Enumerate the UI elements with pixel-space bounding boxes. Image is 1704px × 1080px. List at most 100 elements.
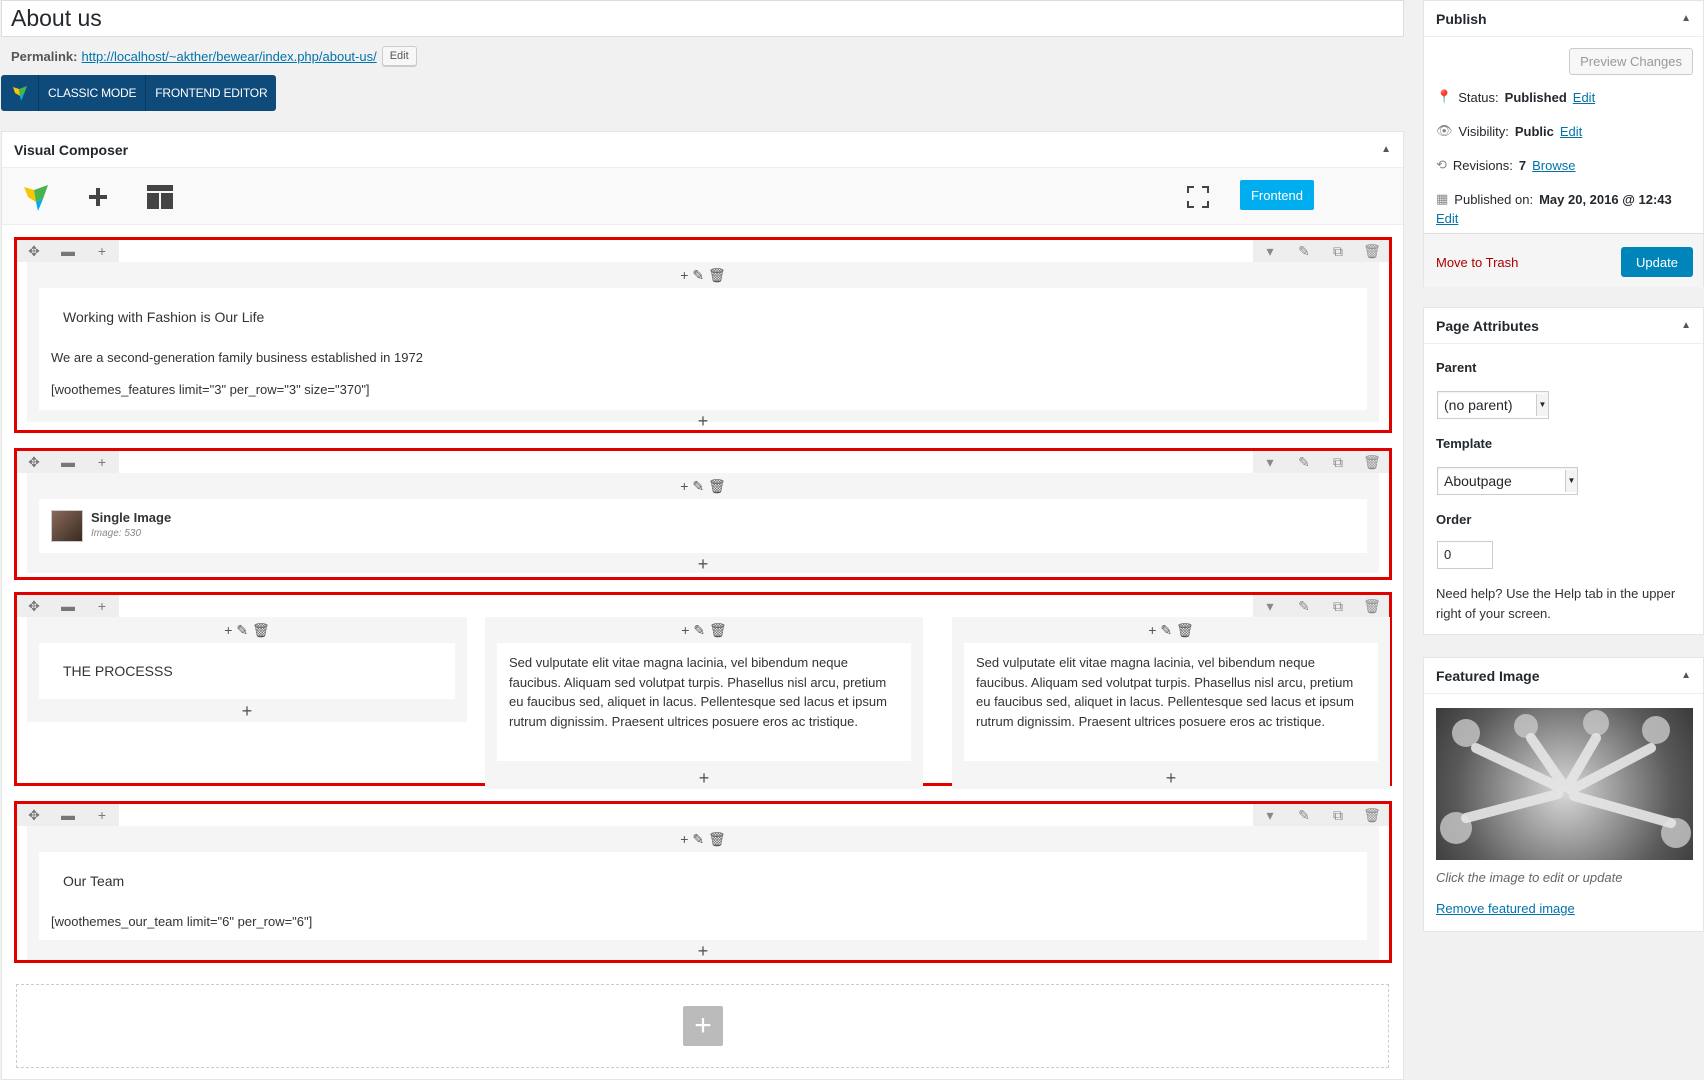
clone-row-icon[interactable]: ⧉ <box>1321 240 1355 262</box>
collapse-icon[interactable]: ▲ <box>1681 658 1691 694</box>
add-element-button[interactable]: + <box>27 553 1379 575</box>
featured-image[interactable] <box>1436 708 1693 860</box>
fullscreen-icon[interactable] <box>1168 168 1228 225</box>
team-hands-photo-icon <box>1440 710 1691 848</box>
published-edit-link[interactable]: Edit <box>1436 211 1458 226</box>
move-icon[interactable]: ✥ <box>17 451 51 473</box>
column-layout-icon[interactable]: ▬ <box>51 595 85 617</box>
revisions-browse-link[interactable]: Browse <box>1532 158 1575 173</box>
toggle-row-icon[interactable]: ▾ <box>1253 451 1287 473</box>
add-element-button[interactable]: + <box>27 700 467 722</box>
vc-mode-switch: CLASSIC MODE FRONTEND EDITOR <box>1 75 277 111</box>
classic-mode-button[interactable]: CLASSIC MODE <box>39 75 147 111</box>
column-layout-icon[interactable]: ▬ <box>51 240 85 262</box>
published-value: May 20, 2016 @ 12:43 <box>1539 191 1672 207</box>
text-block[interactable]: THE PROCESSS <box>39 643 455 699</box>
move-icon[interactable]: ✥ <box>17 240 51 262</box>
move-icon[interactable]: ✥ <box>17 804 51 826</box>
visibility-edit-link[interactable]: Edit <box>1560 124 1582 139</box>
vc-panel-header[interactable]: Visual Composer ▲ <box>2 132 1403 168</box>
add-element-button[interactable]: + <box>952 767 1390 789</box>
collapse-icon[interactable]: ▲ <box>1681 1 1691 37</box>
template-label: Template <box>1436 436 1493 451</box>
column-controls[interactable]: + ✎ 🗑 <box>27 826 1379 852</box>
column-3: + ✎ 🗑 Sed vulputate elit vitae magna lac… <box>952 617 1390 789</box>
column-layout-icon[interactable]: ▬ <box>51 451 85 473</box>
row-heading: Our Team <box>63 873 125 889</box>
frontend-editor-button[interactable]: FRONTEND EDITOR <box>146 75 276 111</box>
publish-header[interactable]: Publish ▲ <box>1424 1 1703 37</box>
template-layout-icon[interactable] <box>130 168 190 225</box>
text-block[interactable]: Sed vulputate elit vitae magna lacinia, … <box>497 643 911 761</box>
text-block[interactable]: Our Team [woothemes_our_team limit="6" p… <box>39 852 1367 940</box>
add-row-icon[interactable]: + <box>683 1006 723 1046</box>
row-text: We are a second-generation family busine… <box>51 350 423 365</box>
toggle-row-icon[interactable]: ▾ <box>1253 595 1287 617</box>
column-controls[interactable]: + ✎ 🗑 <box>485 617 923 643</box>
collapse-icon[interactable]: ▲ <box>1681 308 1691 344</box>
delete-row-icon[interactable]: 🗑 <box>1355 240 1389 262</box>
permalink-edit-button[interactable]: Edit <box>381 46 417 66</box>
collapse-icon[interactable]: ▲ <box>1381 132 1391 168</box>
frontend-button[interactable]: Frontend <box>1240 180 1314 210</box>
single-image-block[interactable]: Single Image Image: 530 <box>39 499 1367 553</box>
clone-row-icon[interactable]: ⧉ <box>1321 451 1355 473</box>
image-title: Single Image <box>91 510 172 525</box>
permalink-link[interactable]: http://localhost/~akther/bewear/index.ph… <box>81 49 376 64</box>
add-column-icon[interactable]: + <box>85 451 119 473</box>
add-column-icon[interactable]: + <box>85 595 119 617</box>
vc-logo-button[interactable] <box>6 168 66 225</box>
remove-featured-image-link[interactable]: Remove featured image <box>1436 901 1575 916</box>
toggle-row-icon[interactable]: ▾ <box>1253 804 1287 826</box>
text-block[interactable]: Sed vulputate elit vitae magna lacinia, … <box>964 643 1378 761</box>
clone-row-icon[interactable]: ⧉ <box>1321 804 1355 826</box>
permalink-row: Permalink: http://localhost/~akther/bewe… <box>11 46 417 66</box>
vc-row-4: ✥ ▬ + ▾ ✎ ⧉ 🗑 + ✎ 🗑 Our Team [woothemes_… <box>14 801 1392 963</box>
column-controls[interactable]: + ✎ 🗑 <box>952 617 1390 643</box>
add-column-icon[interactable]: + <box>85 804 119 826</box>
featured-image-title: Featured Image <box>1436 668 1540 684</box>
toggle-row-icon[interactable]: ▾ <box>1253 240 1287 262</box>
add-element-button[interactable]: + <box>485 767 923 789</box>
order-input[interactable]: 0 <box>1437 541 1493 569</box>
clone-row-icon[interactable]: ⧉ <box>1321 595 1355 617</box>
status-label: Status: <box>1458 89 1499 105</box>
add-element-button[interactable]: + <box>27 410 1379 432</box>
page-attributes-header[interactable]: Page Attributes ▲ <box>1424 308 1703 344</box>
add-column-icon[interactable]: + <box>85 240 119 262</box>
status-edit-link[interactable]: Edit <box>1573 90 1595 105</box>
vc-row-3: ✥ ▬ + ▾ ✎ ⧉ 🗑 + ✎ 🗑 THE PROCESSS + + ✎ 🗑… <box>14 592 1392 789</box>
edit-row-icon[interactable]: ✎ <box>1287 595 1321 617</box>
move-to-trash-link[interactable]: Move to Trash <box>1436 255 1518 270</box>
column-2: + ✎ 🗑 Sed vulputate elit vitae magna lac… <box>485 617 923 789</box>
template-select[interactable]: Aboutpage ▼ <box>1437 467 1578 495</box>
add-element-button[interactable]: + <box>27 940 1379 962</box>
published-row: ▦ Published on: May 20, 2016 @ 12:43 <box>1436 191 1672 207</box>
page-title-input[interactable]: About us <box>1 0 1404 37</box>
delete-row-icon[interactable]: 🗑 <box>1355 595 1389 617</box>
page-attributes-box: Page Attributes ▲ Parent (no parent) ▼ T… <box>1423 307 1704 635</box>
preview-changes-button[interactable]: Preview Changes <box>1569 48 1693 75</box>
delete-row-icon[interactable]: 🗑 <box>1355 804 1389 826</box>
delete-row-icon[interactable]: 🗑 <box>1355 451 1389 473</box>
eye-icon: 👁 <box>1436 123 1453 138</box>
featured-image-header[interactable]: Featured Image ▲ <box>1424 658 1703 694</box>
column-controls[interactable]: + ✎ 🗑 <box>27 473 1379 499</box>
update-button[interactable]: Update <box>1621 247 1693 277</box>
image-thumbnail <box>51 510 83 542</box>
add-element-icon[interactable] <box>68 168 128 225</box>
text-block[interactable]: Working with Fashion is Our Life We are … <box>39 288 1367 410</box>
featured-caption: Click the image to edit or update <box>1436 870 1623 885</box>
template-select-value: Aboutpage <box>1444 473 1512 489</box>
add-row-area[interactable]: + <box>16 984 1389 1068</box>
column-layout-icon[interactable]: ▬ <box>51 804 85 826</box>
revisions-row: ⟲ Revisions: 7 Browse <box>1436 157 1575 173</box>
column-controls[interactable]: + ✎ 🗑 <box>27 617 467 643</box>
parent-select[interactable]: (no parent) ▼ <box>1437 391 1549 419</box>
edit-row-icon[interactable]: ✎ <box>1287 804 1321 826</box>
move-icon[interactable]: ✥ <box>17 595 51 617</box>
edit-row-icon[interactable]: ✎ <box>1287 451 1321 473</box>
visibility-row: 👁 Visibility: Public Edit <box>1436 123 1582 139</box>
edit-row-icon[interactable]: ✎ <box>1287 240 1321 262</box>
column-controls[interactable]: + ✎ 🗑 <box>27 262 1379 288</box>
